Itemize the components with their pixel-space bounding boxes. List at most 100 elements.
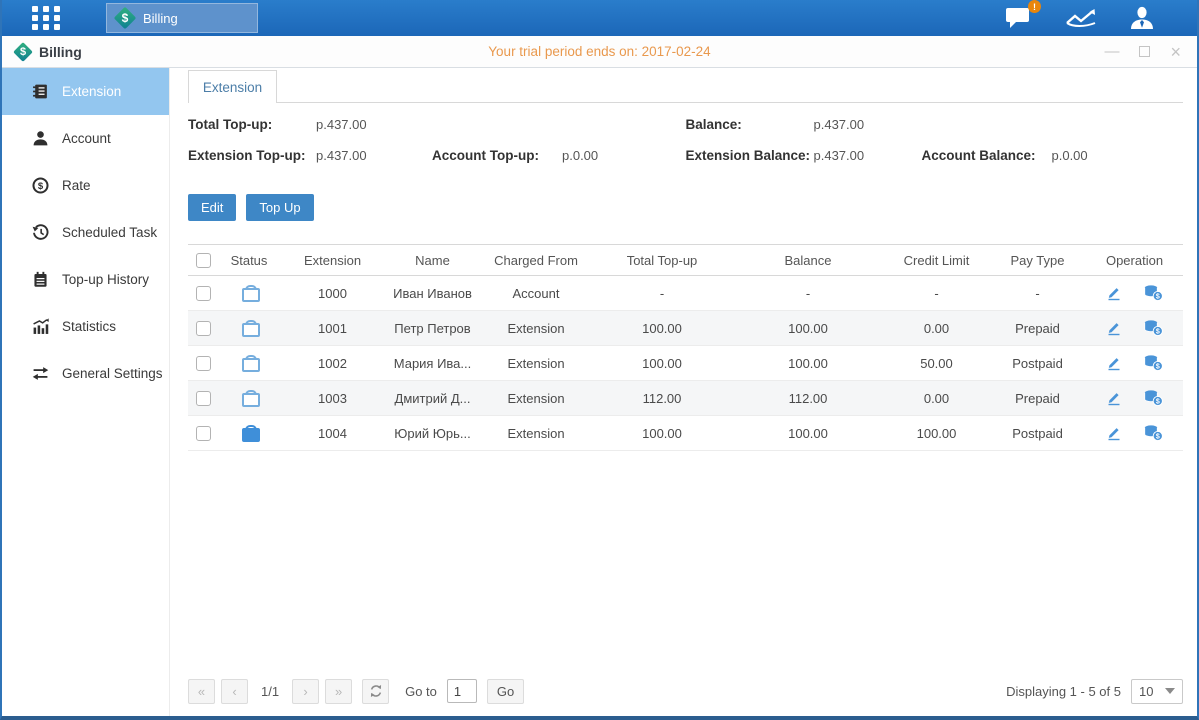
maximize-button[interactable] <box>1139 46 1150 57</box>
billing-app-icon: $ <box>14 43 32 61</box>
cell-extension: 1001 <box>280 321 385 336</box>
svg-text:$: $ <box>1156 433 1160 440</box>
sidebar-item-statistics[interactable]: Statistics <box>2 303 169 350</box>
table-row: 1000 Иван Иванов Account - - - - $ <box>188 276 1183 311</box>
status-lock-icon <box>242 285 256 302</box>
cell-extension: 1002 <box>280 356 385 371</box>
table-header-row: Status Extension Name Charged From Total… <box>188 244 1183 276</box>
edit-icon[interactable] <box>1106 425 1122 441</box>
sidebar-label-statistics: Statistics <box>62 319 116 334</box>
minimize-button[interactable]: — <box>1104 44 1119 59</box>
row-checkbox[interactable] <box>196 356 211 371</box>
cell-pay-type: Postpaid <box>989 356 1086 371</box>
apps-grid-icon[interactable] <box>30 5 64 31</box>
chevron-down-icon <box>1165 688 1175 694</box>
pagination-bar: « ‹ 1/1 › » Go to Go Displaying <box>188 674 1183 716</box>
edit-icon[interactable] <box>1106 285 1122 301</box>
edit-icon[interactable] <box>1106 355 1122 371</box>
next-page-button[interactable]: › <box>292 679 319 704</box>
row-checkbox[interactable] <box>196 286 211 301</box>
header-total-topup: Total Top-up <box>592 253 732 268</box>
edit-button[interactable]: Edit <box>188 194 236 221</box>
cell-total-topup: 100.00 <box>592 321 732 336</box>
sidebar-label-general-settings: General Settings <box>62 366 163 381</box>
tab-extension[interactable]: Extension <box>188 70 277 103</box>
refresh-button[interactable] <box>362 679 389 704</box>
topup-icon[interactable]: $ <box>1144 285 1163 301</box>
user-account-icon[interactable] <box>1129 6 1155 30</box>
cell-credit-limit: 0.00 <box>884 391 989 406</box>
topup-icon[interactable]: $ <box>1144 355 1163 371</box>
balance-label: Balance: <box>686 117 814 132</box>
balance-value: p.437.00 <box>814 117 922 132</box>
displaying-text: Displaying 1 - 5 of 5 <box>1006 684 1121 699</box>
row-checkbox[interactable] <box>196 391 211 406</box>
svg-text:$: $ <box>1156 363 1160 370</box>
sidebar-label-extension: Extension <box>62 84 121 99</box>
person-icon <box>32 130 49 147</box>
taskbar-tab-billing[interactable]: $ Billing <box>106 3 258 33</box>
notebook-icon <box>32 271 49 288</box>
sidebar-item-general-settings[interactable]: General Settings <box>2 350 169 397</box>
cell-credit-limit: 0.00 <box>884 321 989 336</box>
header-operation: Operation <box>1086 253 1183 268</box>
window-titlebar: Your trial period ends on: 2017-02-24 $ … <box>2 36 1197 68</box>
statistics-chart-icon[interactable] <box>1065 7 1097 29</box>
svg-text:$: $ <box>38 181 44 192</box>
cell-extension: 1003 <box>280 391 385 406</box>
cell-extension: 1000 <box>280 286 385 301</box>
cell-balance: 100.00 <box>732 321 884 336</box>
first-page-button[interactable]: « <box>188 679 215 704</box>
select-all-checkbox[interactable] <box>196 253 211 268</box>
topup-icon[interactable]: $ <box>1144 390 1163 406</box>
prev-page-button[interactable]: ‹ <box>221 679 248 704</box>
extension-balance-label: Extension Balance: <box>686 148 814 163</box>
total-topup-label: Total Top-up: <box>188 117 316 132</box>
header-credit-limit: Credit Limit <box>884 253 989 268</box>
sidebar-item-extension[interactable]: Extension <box>2 68 169 115</box>
cell-credit-limit: - <box>884 286 989 301</box>
sidebar-item-scheduled-task[interactable]: Scheduled Task <box>2 209 169 256</box>
row-checkbox[interactable] <box>196 321 211 336</box>
cell-pay-type: Prepaid <box>989 391 1086 406</box>
sidebar-item-account[interactable]: Account <box>2 115 169 162</box>
edit-icon[interactable] <box>1106 390 1122 406</box>
total-topup-value: p.437.00 <box>316 117 424 132</box>
cell-pay-type: - <box>989 286 1086 301</box>
sidebar-item-rate[interactable]: $ Rate <box>2 162 169 209</box>
table-row: 1003 Дмитрий Д... Extension 112.00 112.0… <box>188 381 1183 416</box>
sidebar-label-topup-history: Top-up History <box>62 272 149 287</box>
cell-name: Иван Иванов <box>385 286 480 301</box>
extensions-table: Status Extension Name Charged From Total… <box>188 244 1183 451</box>
close-button[interactable]: × <box>1170 43 1181 61</box>
header-extension: Extension <box>280 253 385 268</box>
cell-total-topup: 100.00 <box>592 426 732 441</box>
sidebar-label-account: Account <box>62 131 111 146</box>
history-clock-icon <box>32 224 49 241</box>
edit-icon[interactable] <box>1106 320 1122 336</box>
topup-icon[interactable]: $ <box>1144 320 1163 336</box>
sidebar: Extension Account $ Rate <box>2 68 170 716</box>
cell-name: Петр Петров <box>385 321 480 336</box>
messages-icon[interactable]: ! <box>1005 6 1033 30</box>
header-charged-from: Charged From <box>480 253 592 268</box>
topup-icon[interactable]: $ <box>1144 425 1163 441</box>
last-page-button[interactable]: » <box>325 679 352 704</box>
cell-balance: 112.00 <box>732 391 884 406</box>
status-lock-icon <box>242 425 256 442</box>
go-button[interactable]: Go <box>487 679 524 704</box>
svg-text:$: $ <box>1156 328 1160 335</box>
refresh-icon <box>369 684 383 698</box>
cell-credit-limit: 50.00 <box>884 356 989 371</box>
extension-balance-value: p.437.00 <box>814 148 922 163</box>
cell-charged-from: Extension <box>480 356 592 371</box>
sidebar-item-topup-history[interactable]: Top-up History <box>2 256 169 303</box>
page-size-select[interactable]: 10 <box>1131 679 1183 704</box>
goto-page-input[interactable] <box>447 679 477 703</box>
top-up-button[interactable]: Top Up <box>246 194 313 221</box>
row-checkbox[interactable] <box>196 426 211 441</box>
dollar-circle-icon: $ <box>32 177 49 194</box>
summary-panel: Total Top-up: p.437.00 Extension Top-up:… <box>188 117 1183 179</box>
bar-chart-icon <box>32 318 49 335</box>
window-title: Billing <box>39 44 82 60</box>
